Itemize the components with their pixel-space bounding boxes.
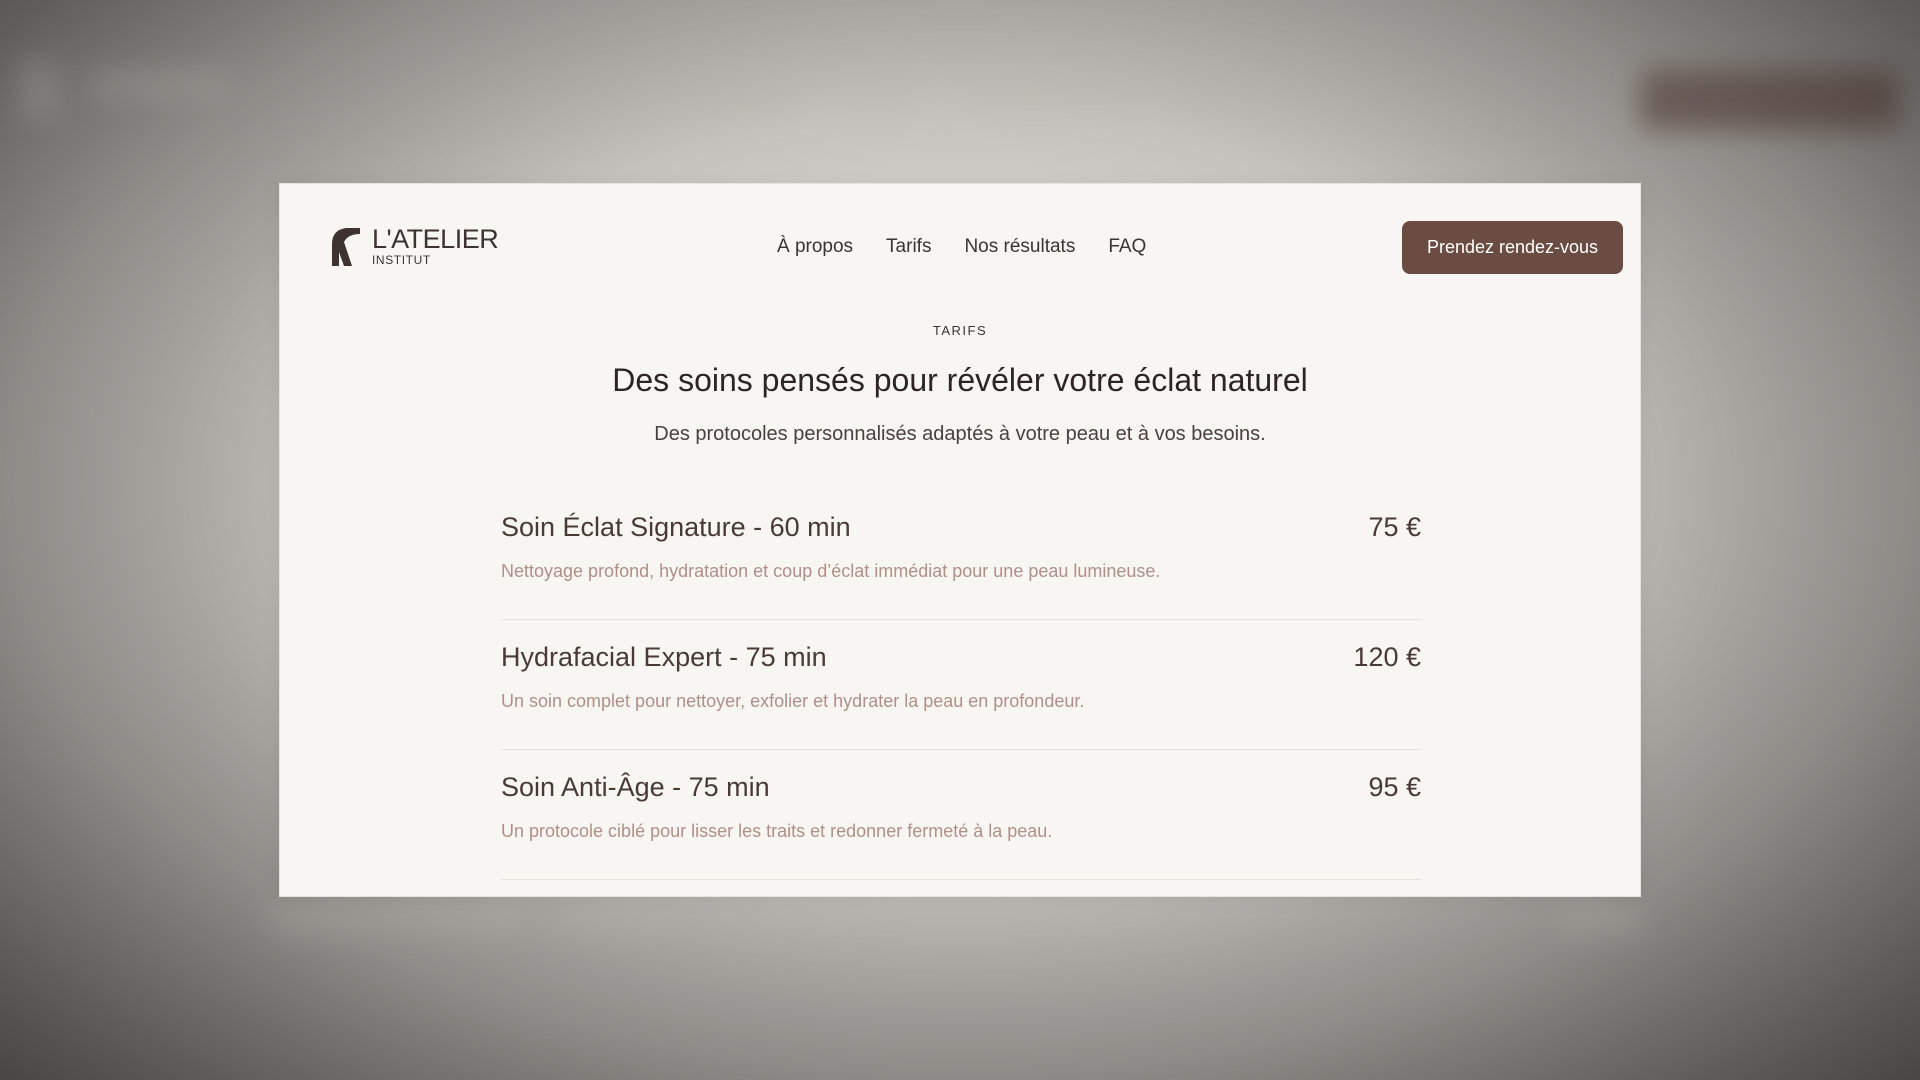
main-nav: À propos Tarifs Nos résultats FAQ (777, 236, 1146, 258)
pricing-item-price: 75 € (1368, 512, 1421, 542)
pricing-item: Hydrafacial Expert - 75 min 120 € Un soi… (501, 620, 1421, 750)
pricing-item-title: Hydrafacial Expert - 75 min (501, 642, 827, 672)
nav-link-a-propos[interactable]: À propos (777, 236, 853, 258)
logo-mark-icon (332, 228, 360, 266)
brand-name: L'ATELIER (372, 224, 499, 254)
section-title: Des soins pensés pour révéler votre écla… (612, 362, 1308, 398)
pricing-item-title: Soin Anti-Âge - 75 min (501, 772, 770, 802)
pricing-item-price: 120 € (1353, 642, 1421, 672)
main-card: L'ATELIER INSTITUT À propos Tarifs Nos r… (279, 183, 1641, 897)
brand-tagline: INSTITUT (372, 253, 431, 267)
site-header: L'ATELIER INSTITUT À propos Tarifs Nos r… (280, 184, 1640, 312)
pricing-item-description: Nettoyage profond, hydratation et coup d… (501, 561, 1161, 581)
pricing-item-description: Un protocole ciblé pour lisser les trait… (501, 821, 1053, 841)
section-subtitle: Des protocoles personnalisés adaptés à v… (654, 423, 1266, 445)
book-appointment-button[interactable]: Prendez rendez-vous (1402, 221, 1623, 274)
pricing-item-price: 95 € (1368, 772, 1421, 802)
pricing-item: Soin Anti-Âge - 75 min 95 € Un protocole… (501, 750, 1421, 880)
brand-logo[interactable]: L'ATELIER INSTITUT (330, 224, 499, 267)
logo-text: L'ATELIER INSTITUT (372, 224, 499, 267)
nav-link-tarifs[interactable]: Tarifs (886, 236, 931, 258)
nav-link-faq[interactable]: FAQ (1108, 236, 1146, 258)
pricing-item: Soin Éclat Signature - 60 min 75 € Netto… (501, 490, 1421, 620)
pricing-item-title: Soin Éclat Signature - 60 min (501, 512, 851, 542)
pricing-item-description: Un soin complet pour nettoyer, exfolier … (501, 691, 1085, 711)
pricing-list: Soin Éclat Signature - 60 min 75 € Netto… (501, 490, 1421, 880)
section-eyebrow: TARIFS (932, 323, 988, 338)
nav-link-nos-resultats[interactable]: Nos résultats (964, 236, 1075, 258)
